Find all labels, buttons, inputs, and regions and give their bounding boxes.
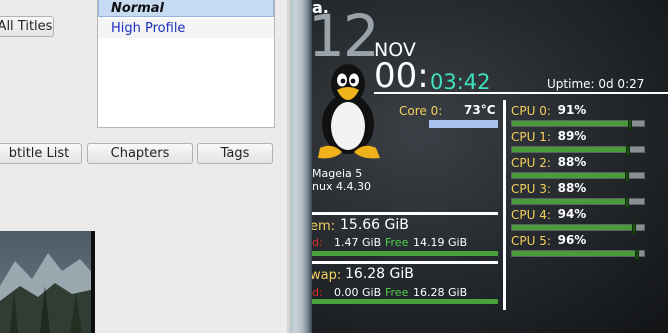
cpu-usage-marker <box>624 171 629 182</box>
cpu-usage-bar <box>511 119 645 130</box>
preset-normal-label: Normal <box>111 1 164 16</box>
swap-title: wap: <box>312 268 342 283</box>
section-divider-vertical <box>503 100 506 310</box>
uptime-text: Uptime: 0d 0:27 <box>547 77 645 91</box>
swap-usage-bar <box>312 299 498 304</box>
cpu-value: 94% <box>557 207 587 221</box>
handbrake-window: All Titles Normal High Profile btitle Li… <box>0 0 290 333</box>
core-temp-label: Core 0: <box>399 104 443 118</box>
core-temp-bar <box>429 120 498 128</box>
mem-usage-bar <box>312 251 498 256</box>
subtitle-list-button[interactable]: btitle List <box>0 143 82 164</box>
window-edge-gap <box>290 0 312 333</box>
mem-title: em: <box>312 219 336 234</box>
cpu-label: CPU 5: <box>511 234 551 248</box>
preset-high-profile-label: High Profile <box>111 21 186 36</box>
video-preview <box>0 231 95 333</box>
date-day: 12 <box>312 2 380 70</box>
cpu-usage-marker <box>625 145 630 156</box>
cpu-value: 88% <box>557 155 587 169</box>
cpu-value: 91% <box>557 103 587 117</box>
swap-free-value: 16.28 GiB <box>413 286 468 299</box>
cpu-usage-marker <box>628 119 633 130</box>
preset-normal[interactable]: Normal <box>98 0 274 17</box>
distro-name: Mageia 5 <box>312 167 363 180</box>
cpu-row: CPU 5: 96% <box>511 233 661 260</box>
swap-free-label: Free <box>385 286 409 299</box>
clock-minutes-seconds: 03:42 <box>430 70 491 94</box>
all-titles-label: All Titles <box>0 19 53 34</box>
cpu-usage-bar <box>511 145 645 156</box>
cpu-usage-marker <box>632 223 637 234</box>
cpu-usage-marker <box>624 197 629 208</box>
cpu-row: CPU 1: 89% <box>511 129 661 156</box>
swap-used-value: 0.00 GiB <box>334 286 382 299</box>
kernel-version: nux 4.4.30 <box>312 180 371 193</box>
cpu-usage-bar <box>511 171 645 182</box>
chapters-label: Chapters <box>110 146 170 161</box>
mem-used-label: d: <box>312 236 323 249</box>
mem-used-value: 1.47 GiB <box>334 236 382 249</box>
preview-landscape-image <box>0 231 95 333</box>
swap-divider <box>312 261 498 264</box>
mem-total: 15.66 GiB <box>340 217 409 233</box>
swap-total: 16.28 GiB <box>345 266 414 282</box>
cpu-usage-marker <box>634 249 639 260</box>
cpu-row: CPU 4: 94% <box>511 207 661 234</box>
cpu-label: CPU 2: <box>511 156 551 170</box>
mem-free-label: Free <box>385 236 409 249</box>
cpu-value: 96% <box>557 233 587 247</box>
chapters-button[interactable]: Chapters <box>87 143 193 164</box>
cpu-usage-fill <box>512 251 639 256</box>
tags-label: Tags <box>220 146 250 161</box>
tags-button[interactable]: Tags <box>197 143 273 164</box>
preset-high-profile[interactable]: High Profile <box>98 19 274 38</box>
cpu-usage-fill <box>512 147 630 152</box>
swap-used-label: d: <box>312 286 323 299</box>
tux-penguin-logo <box>318 64 380 159</box>
mem-free-value: 14.19 GiB <box>413 236 468 249</box>
cpu-usage-fill <box>512 121 633 126</box>
cpu-value: 88% <box>557 181 587 195</box>
mem-divider <box>312 212 498 215</box>
cpu-label: CPU 3: <box>511 182 551 196</box>
cpu-row: CPU 3: 88% <box>511 181 661 208</box>
clock-underline <box>374 92 668 94</box>
presets-tree[interactable]: Normal High Profile <box>97 0 275 128</box>
cpu-usage-fill <box>512 225 637 230</box>
all-titles-button[interactable]: All Titles <box>0 16 54 37</box>
cpu-label: CPU 1: <box>511 130 551 144</box>
subtitle-list-label: btitle List <box>8 146 70 161</box>
cpu-usage-fill <box>512 173 629 178</box>
conky-desktop-widget: a. 12 NOV 00: 03:42 Uptime: 0d 0:27 Mage… <box>312 0 668 333</box>
core-temp-value: 73°C <box>464 103 496 117</box>
cpu-row: CPU 0: 91% <box>511 103 661 130</box>
cpu-usage-bar <box>511 197 645 208</box>
cpu-label: CPU 4: <box>511 208 551 222</box>
cpu-usage-bar <box>511 249 645 260</box>
cpu-label: CPU 0: <box>511 104 551 118</box>
cpu-value: 89% <box>557 129 587 143</box>
cpu-usage-bar <box>511 223 645 234</box>
cpu-row: CPU 2: 88% <box>511 155 661 182</box>
cpu-usage-fill <box>512 199 629 204</box>
